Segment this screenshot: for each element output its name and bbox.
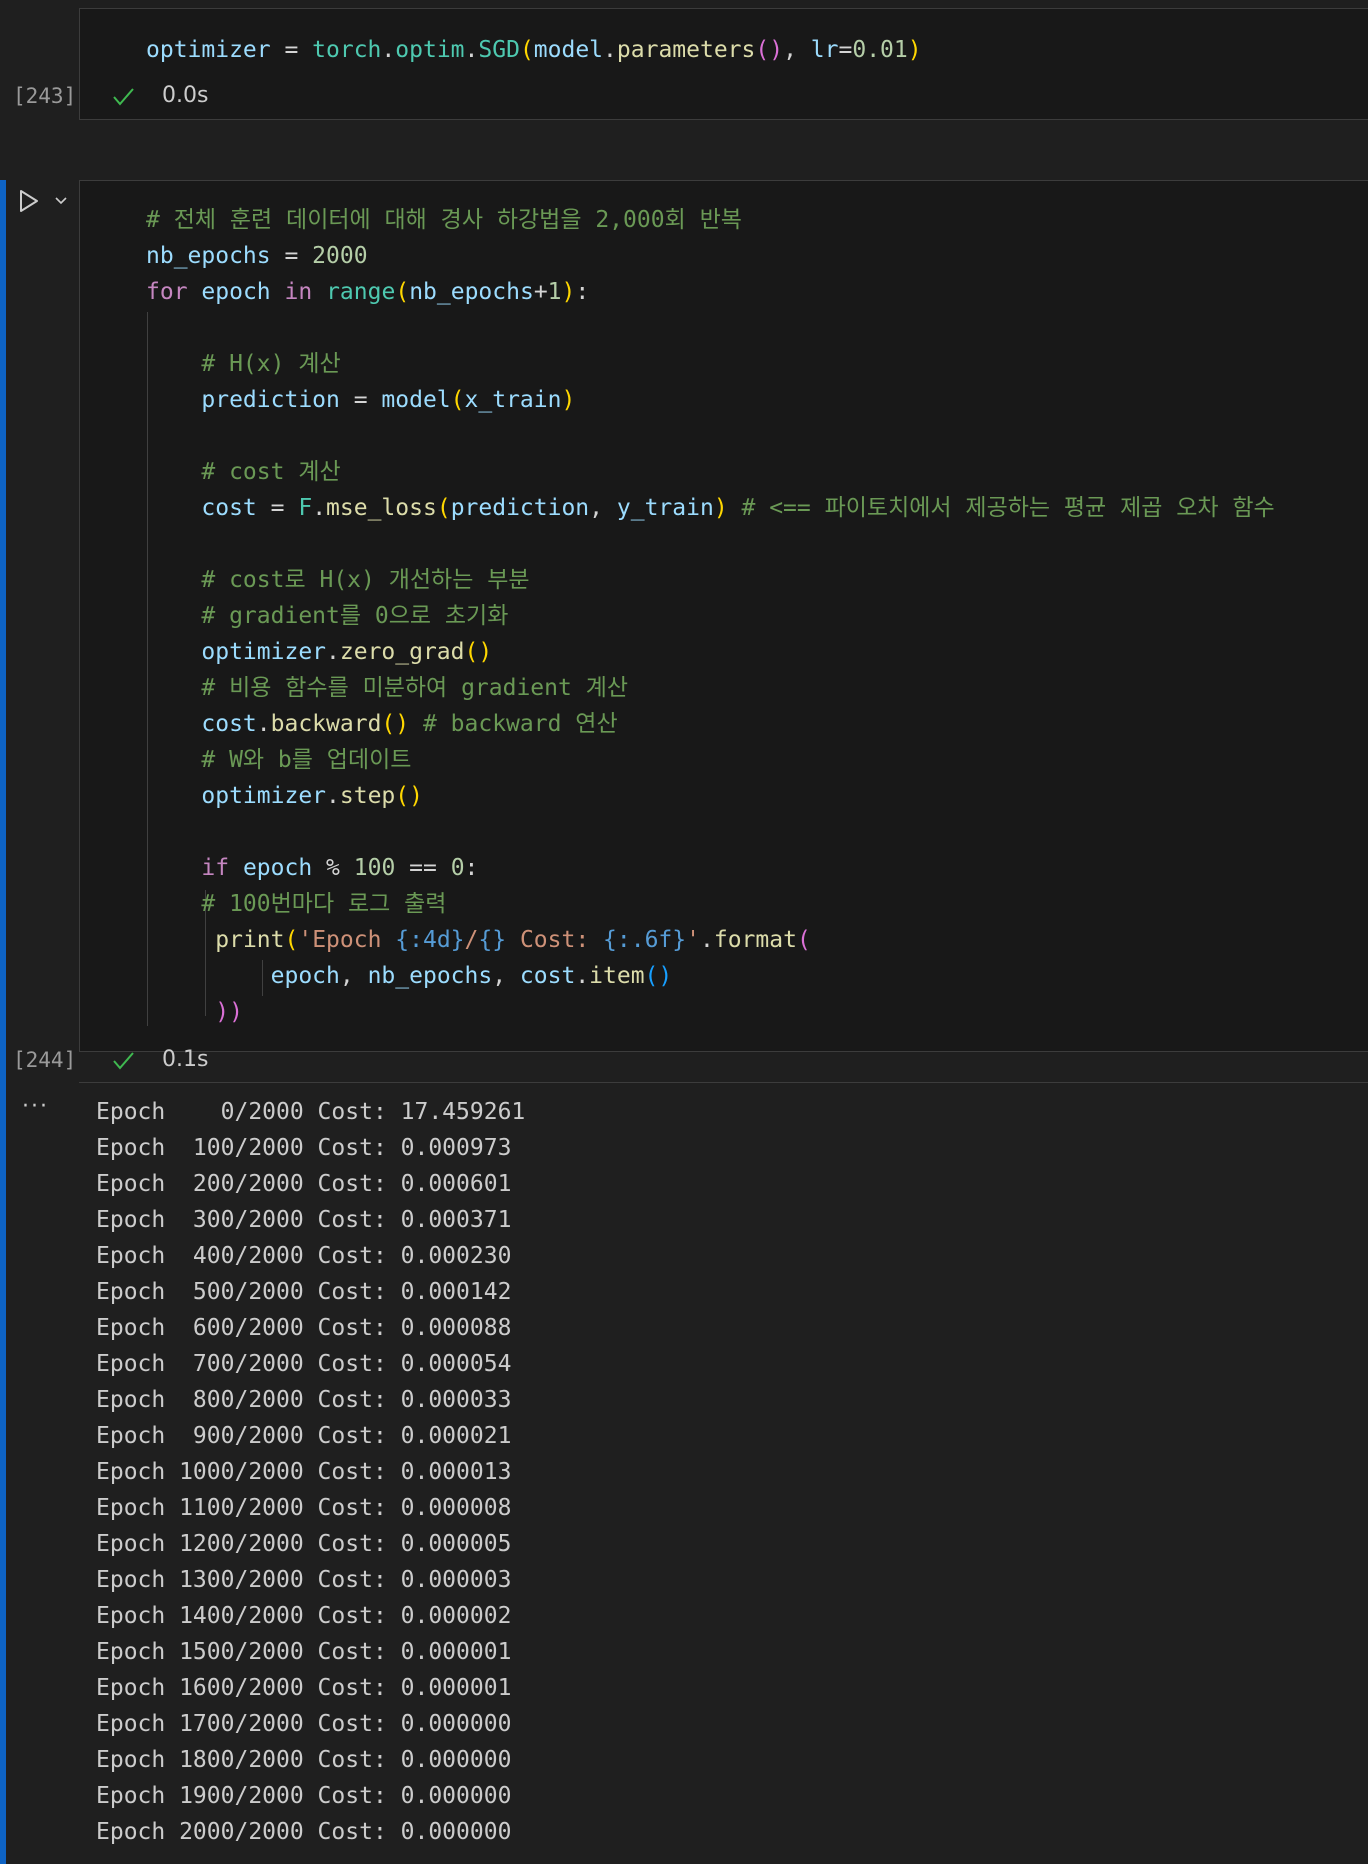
- output-line: Epoch 1300/2000 Cost: 0.000003: [96, 1567, 512, 1593]
- code-line: # cost 계산: [146, 459, 341, 485]
- output-line: Epoch 1600/2000 Cost: 0.000001: [96, 1675, 512, 1701]
- output-line: Epoch 600/2000 Cost: 0.000088: [96, 1315, 512, 1341]
- output-line: Epoch 1200/2000 Cost: 0.000005: [96, 1531, 512, 1557]
- output-line: Epoch 500/2000 Cost: 0.000142: [96, 1279, 512, 1305]
- code-cell-244[interactable]: # 전체 훈련 데이터에 대해 경사 하강법을 2,000회 반복 nb_epo…: [0, 180, 1368, 1080]
- code-line: # cost로 H(x) 개선하는 부분: [146, 567, 530, 593]
- output-line: Epoch 100/2000 Cost: 0.000973: [96, 1135, 512, 1161]
- output-line: Epoch 200/2000 Cost: 0.000601: [96, 1171, 512, 1197]
- code-line: print('Epoch {:4d}/{} Cost: {:.6f}'.form…: [215, 927, 811, 953]
- run-icon[interactable]: [16, 188, 42, 214]
- execution-time: 0.0s: [162, 83, 209, 108]
- check-icon: [113, 88, 134, 106]
- code-line: # gradient를 0으로 초기화: [146, 603, 509, 629]
- output-line: Epoch 0/2000 Cost: 17.459261: [96, 1099, 526, 1125]
- more-actions-icon[interactable]: ···: [22, 1094, 49, 1119]
- output-line: Epoch 1800/2000 Cost: 0.000000: [96, 1747, 512, 1773]
- cell-output: ··· Epoch 0/2000 Cost: 17.459261 Epoch 1…: [0, 1088, 1368, 1864]
- check-icon: [113, 1052, 134, 1070]
- output-line: Epoch 1100/2000 Cost: 0.000008: [96, 1495, 512, 1521]
- execution-count: [243]: [13, 84, 77, 108]
- code-line: nb_epochs = 2000: [146, 243, 368, 269]
- cell-output-divider: [79, 1082, 1368, 1083]
- code-line: optimizer = torch.optim.SGD(model.parame…: [146, 37, 922, 63]
- code-line: if epoch % 100 == 0:: [201, 855, 479, 881]
- output-line: Epoch 700/2000 Cost: 0.000054: [96, 1351, 512, 1377]
- code-line: prediction = model(x_train): [201, 387, 576, 413]
- chevron-down-icon[interactable]: [54, 194, 68, 208]
- code-line: # W와 b를 업데이트: [146, 747, 412, 773]
- code-line: cost = F.mse_loss(prediction, y_train) #…: [201, 495, 1275, 521]
- output-line: Epoch 900/2000 Cost: 0.000021: [96, 1423, 512, 1449]
- output-line: Epoch 1400/2000 Cost: 0.000002: [96, 1603, 512, 1629]
- output-line: Epoch 800/2000 Cost: 0.000033: [96, 1387, 512, 1413]
- code-line: )): [215, 999, 243, 1025]
- output-line: Epoch 1900/2000 Cost: 0.000000: [96, 1783, 512, 1809]
- code-line: cost.backward() # backward 연산: [201, 711, 618, 737]
- code-line: optimizer.step(): [201, 783, 423, 809]
- output-line: Epoch 2000/2000 Cost: 0.000000: [96, 1819, 512, 1845]
- output-line: Epoch 1000/2000 Cost: 0.000013: [96, 1459, 512, 1485]
- code-cell-243[interactable]: optimizer = torch.optim.SGD(model.parame…: [0, 0, 1368, 122]
- execution-time: 0.1s: [162, 1047, 209, 1072]
- code-line: for epoch in range(nb_epochs+1):: [146, 279, 590, 305]
- output-line: Epoch 400/2000 Cost: 0.000230: [96, 1243, 512, 1269]
- output-line: Epoch 300/2000 Cost: 0.000371: [96, 1207, 512, 1233]
- code-line: optimizer.zero_grad(): [201, 639, 493, 665]
- code-line: # 100번마다 로그 출력: [146, 891, 447, 917]
- code-line: epoch, nb_epochs, cost.item(): [270, 963, 673, 989]
- output-line: Epoch 1500/2000 Cost: 0.000001: [96, 1639, 512, 1665]
- code-line: # 비용 함수를 미분하여 gradient 계산: [146, 675, 629, 701]
- code-line: # H(x) 계산: [146, 351, 341, 377]
- output-line: Epoch 1700/2000 Cost: 0.000000: [96, 1711, 512, 1737]
- code-line: # 전체 훈련 데이터에 대해 경사 하강법을 2,000회 반복: [146, 207, 742, 233]
- execution-count: [244]: [13, 1048, 77, 1072]
